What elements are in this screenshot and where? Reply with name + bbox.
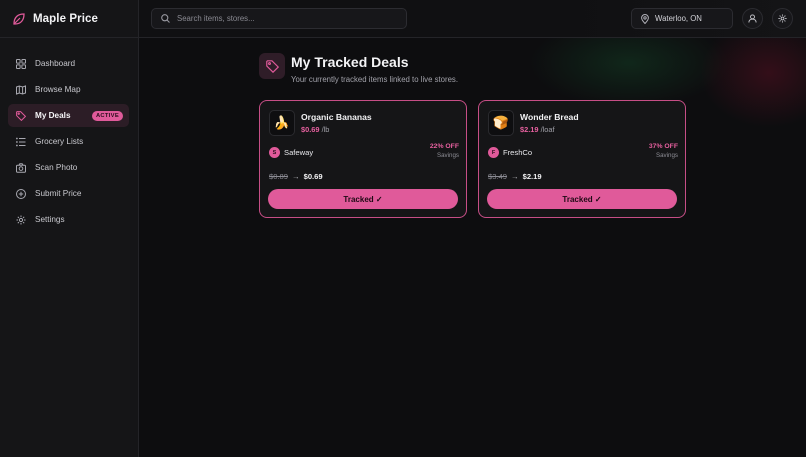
map-icon <box>16 84 26 95</box>
arrow-icon: → <box>292 172 300 181</box>
bread-image: 🍞 <box>488 110 514 136</box>
item-name: Wonder Bread <box>520 112 579 122</box>
price-value: $0.69 <box>301 125 320 134</box>
sidebar-item-label: Browse Map <box>35 85 81 94</box>
app: Maple Price Dashboard Browse Map My Deal… <box>0 0 806 457</box>
product-emoji: 🍞 <box>492 115 510 130</box>
discount-info: 22% OFF Savings <box>430 143 459 159</box>
sidebar-item-label: Grocery Lists <box>35 137 84 146</box>
sidebar-item-label: Dashboard <box>35 59 76 68</box>
sidebar-nav: Dashboard Browse Map My Deals ACTIVE Gro… <box>0 38 138 231</box>
item-price: $0.69 /lb <box>301 125 372 134</box>
brand-name: Maple Price <box>33 12 99 25</box>
search-input[interactable] <box>177 14 397 23</box>
map-pin-icon <box>641 13 649 24</box>
location-selector[interactable]: Waterloo, ON <box>631 8 733 29</box>
deal-card: 🍞 Wonder Bread $2.19 /loaf F FreshCo 37%… <box>478 100 686 218</box>
sidebar-item-browse-map[interactable]: Browse Map <box>8 78 129 101</box>
sidebar-item-submit-price[interactable]: Submit Price <box>8 182 129 205</box>
discount-percent: 37% OFF <box>648 143 678 150</box>
search-icon <box>161 14 170 23</box>
active-badge: ACTIVE <box>91 110 123 121</box>
sidebar-item-label: My Deals <box>35 111 71 120</box>
settings-button[interactable] <box>772 8 793 29</box>
new-price: $2.19 <box>522 172 542 181</box>
brand[interactable]: Maple Price <box>0 0 138 38</box>
list-icon <box>16 137 26 147</box>
store-name: Safeway <box>284 148 314 157</box>
new-price: $0.69 <box>303 172 323 181</box>
sidebar-item-dashboard[interactable]: Dashboard <box>8 52 129 75</box>
sidebar-item-label: Submit Price <box>35 189 82 198</box>
store-avatar: F <box>488 147 499 158</box>
sidebar-item-my-deals[interactable]: My Deals ACTIVE <box>8 104 129 127</box>
old-price: $3.49 <box>488 172 508 181</box>
profile-button[interactable] <box>742 8 763 29</box>
arrow-icon: → <box>511 172 519 181</box>
store-row: F FreshCo 37% OFF Savings <box>488 143 678 169</box>
camera-icon <box>16 162 26 173</box>
sidebar-item-grocery-lists[interactable]: Grocery Lists <box>8 130 129 153</box>
main-content: My Tracked Deals Your currently tracked … <box>139 38 806 457</box>
price-unit: /lb <box>321 125 330 134</box>
gear-icon <box>778 14 787 23</box>
grid-icon <box>16 58 26 69</box>
store-name: FreshCo <box>503 148 533 157</box>
gear-icon <box>16 215 26 225</box>
location-label: Waterloo, ON <box>655 14 702 23</box>
price-compare: $3.49 → $2.19 <box>488 172 542 181</box>
tracked-button[interactable]: Tracked ✓ <box>268 189 458 209</box>
tracked-button[interactable]: Tracked ✓ <box>487 189 677 209</box>
sidebar-item-scan-photo[interactable]: Scan Photo <box>8 156 129 179</box>
page-subtitle: Your currently tracked items linked to l… <box>291 75 458 84</box>
plus-circle-icon <box>16 188 26 199</box>
sidebar-item-label: Scan Photo <box>35 163 78 172</box>
old-price: $0.89 <box>269 172 289 181</box>
savings-label: Savings <box>655 152 678 159</box>
price-value: $2.19 <box>520 125 539 134</box>
savings-label: Savings <box>436 152 459 159</box>
price-unit: /loaf <box>540 125 555 134</box>
banana-image: 🍌 <box>269 110 295 136</box>
search-bar[interactable] <box>151 8 407 29</box>
page-title: My Tracked Deals <box>291 54 409 70</box>
tag-icon <box>259 53 285 79</box>
deal-card: 🍌 Organic Bananas $0.69 /lb S Safeway 22… <box>259 100 467 218</box>
store-avatar: S <box>269 147 280 158</box>
item-name: Organic Bananas <box>301 112 372 122</box>
discount-info: 37% OFF Savings <box>649 143 678 159</box>
price-compare: $0.89 → $0.69 <box>269 172 323 181</box>
tag-icon <box>16 110 26 121</box>
topbar: Waterloo, ON <box>139 0 806 38</box>
sidebar-item-settings[interactable]: Settings <box>8 208 129 231</box>
user-icon <box>748 14 757 23</box>
sidebar: Maple Price Dashboard Browse Map My Deal… <box>0 0 139 457</box>
background-glow-red <box>699 38 806 128</box>
discount-percent: 22% OFF <box>429 143 459 150</box>
item-price: $2.19 /loaf <box>520 125 579 134</box>
sidebar-item-label: Settings <box>35 215 65 224</box>
store-row: S Safeway 22% OFF Savings <box>269 143 459 169</box>
product-emoji: 🍌 <box>273 115 291 130</box>
leaf-icon <box>12 12 26 26</box>
page-header: My Tracked Deals Your currently tracked … <box>259 53 458 84</box>
